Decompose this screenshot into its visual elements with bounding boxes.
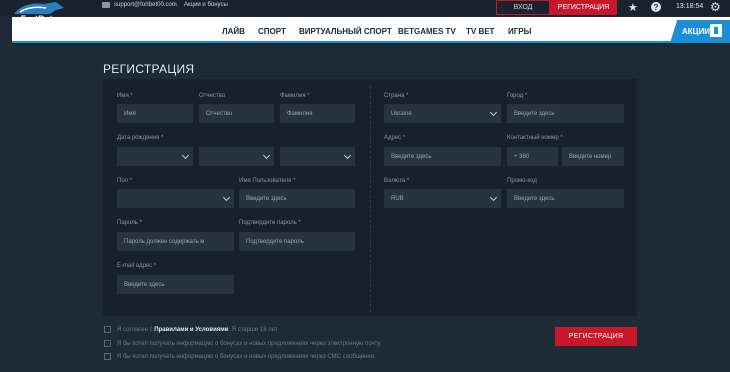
gender-select[interactable]: [117, 189, 234, 208]
chevron-down-icon: [489, 193, 498, 202]
last-name-input[interactable]: Фамилия: [280, 104, 355, 123]
promotions-tab[interactable]: АКЦИИ: [670, 20, 730, 43]
currency-label: Валюта *: [384, 178, 410, 184]
promotions-link[interactable]: Акции и бонусы: [184, 2, 228, 8]
birth-date-label: Дата рождения *: [117, 135, 164, 141]
nav-betgames-tv[interactable]: BETGAMES TV: [398, 27, 456, 36]
terms-link[interactable]: Правилами и Условиями: [154, 327, 228, 333]
confirm-password-label: Подтвердите пароль *: [239, 220, 301, 226]
nav-sport[interactable]: СПОРТ: [258, 27, 286, 36]
support-email-text[interactable]: support@fortbet00.com: [114, 2, 177, 8]
password-label: Пароль *: [117, 220, 142, 226]
phone-code-input[interactable]: + 380: [507, 147, 558, 166]
page-title: РЕГИСТРАЦИЯ: [103, 62, 195, 76]
help-icon[interactable]: ?: [651, 2, 661, 12]
promo-icon: [710, 24, 722, 37]
nav-virtual-sport[interactable]: ВИРТУАЛЬНЫЙ СПОРТ: [299, 27, 392, 36]
agree-suffix: . Я старше 18 лет: [228, 327, 278, 333]
username-label: Имя Пользователя *: [239, 178, 296, 184]
chevron-down-icon: [489, 108, 498, 117]
register-submit-button[interactable]: РЕГИСТРАЦИЯ: [555, 327, 637, 346]
newsletter-sms-text: Я бы хотел получать информацию о бонусах…: [117, 354, 376, 360]
agree-terms-text: Я согласен с Правилами и Условиями. Я ст…: [117, 327, 278, 333]
newsletter-email-checkbox[interactable]: [104, 340, 111, 347]
promo-code-label: Промо-код: [507, 178, 537, 184]
agree-prefix: Я согласен с: [117, 327, 155, 333]
birth-day-select[interactable]: [117, 147, 193, 166]
country-select[interactable]: Ukraine: [384, 104, 501, 123]
nav-live[interactable]: ЛАЙВ: [222, 27, 245, 36]
patronymic-input[interactable]: Отчество: [199, 104, 274, 123]
phone-number-input[interactable]: Введите номер: [562, 147, 624, 166]
star-icon[interactable]: ★: [628, 1, 638, 14]
chevron-down-icon: [262, 151, 271, 160]
register-header-button[interactable]: РЕГИСТРАЦИЯ: [550, 0, 617, 15]
username-input[interactable]: Введите здесь: [239, 189, 355, 208]
first-name-label: Имя *: [117, 93, 133, 99]
address-label: Адрес *: [384, 135, 406, 141]
newsletter-email-text: Я бы хотел получать информацию о бонусах…: [117, 341, 381, 347]
gender-label: Пол *: [117, 178, 133, 184]
country-value: Ukraine: [391, 110, 412, 117]
chevron-down-icon: [222, 193, 231, 202]
email-input[interactable]: Введите здесь: [117, 275, 234, 294]
city-label: Город *: [507, 93, 528, 99]
password-input[interactable]: Пароль должен содержать м: [117, 232, 234, 251]
promo-code-input[interactable]: Введите здесь: [507, 189, 624, 208]
login-button[interactable]: ВХОД: [496, 0, 550, 15]
chevron-down-icon: [181, 151, 190, 160]
phone-label: Контактный номер *: [507, 135, 563, 141]
address-input[interactable]: Введите здесь: [384, 147, 501, 166]
gear-icon[interactable]: ⚙: [710, 0, 721, 14]
birth-month-select[interactable]: [199, 147, 274, 166]
support-email[interactable]: support@fortbet00.com: [102, 2, 177, 8]
currency-value: RUB: [391, 195, 404, 202]
patronymic-label: Отчество: [199, 93, 226, 99]
promotions-tab-label: АКЦИИ: [682, 27, 711, 36]
nav-tv-bet[interactable]: TV BET: [466, 27, 494, 36]
last-name-label: Фамилия *: [280, 93, 310, 99]
mail-icon: [102, 2, 110, 8]
form-divider: [370, 86, 372, 312]
nav-games[interactable]: ИГРЫ: [508, 27, 531, 36]
chevron-down-icon: [343, 151, 352, 160]
country-label: Страна *: [384, 93, 409, 99]
email-label: E-mail адрес *: [117, 263, 157, 269]
currency-select[interactable]: RUB: [384, 189, 501, 208]
agree-terms-checkbox[interactable]: [104, 326, 111, 333]
confirm-password-input[interactable]: Подтвердите пароль: [239, 232, 355, 251]
birth-year-select[interactable]: [280, 147, 355, 166]
clock-time: 13:18:54: [676, 3, 704, 10]
first-name-input[interactable]: Имя: [117, 104, 193, 123]
city-input[interactable]: Введите здесь: [507, 104, 624, 123]
newsletter-sms-checkbox[interactable]: [104, 353, 111, 360]
